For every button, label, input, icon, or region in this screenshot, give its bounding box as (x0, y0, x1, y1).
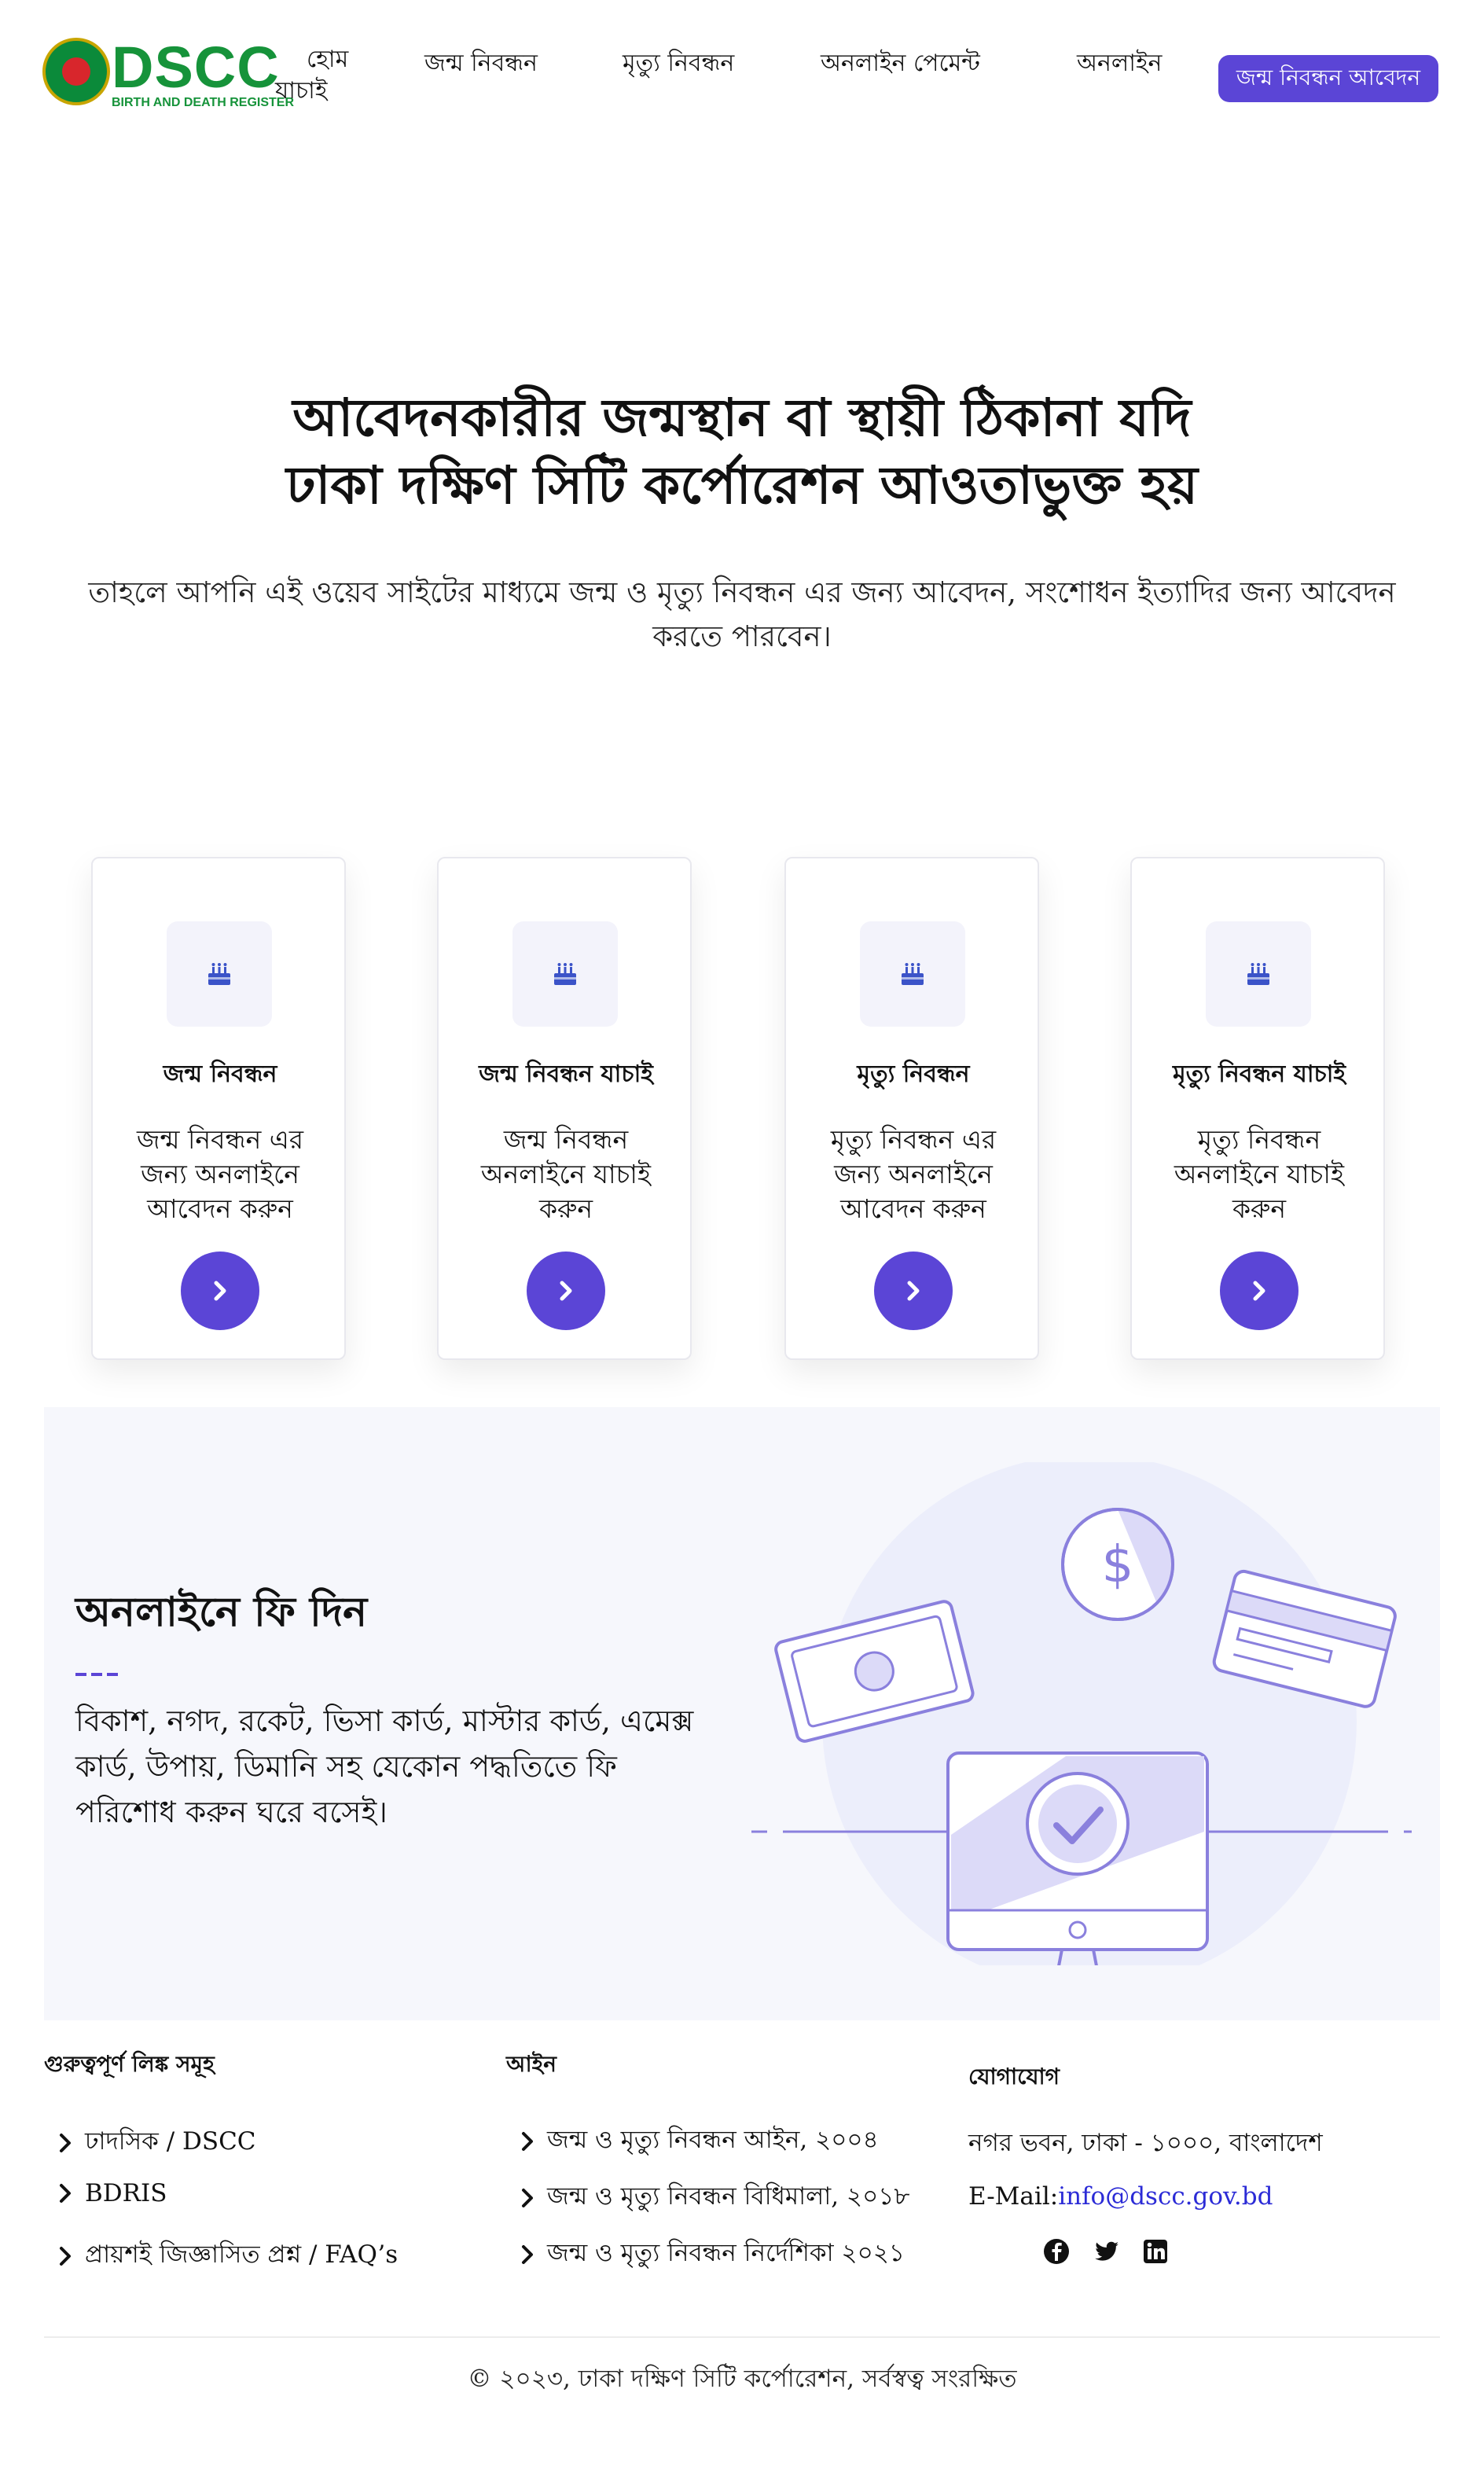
email-link[interactable]: info@dscc.gov.bd (1058, 2182, 1273, 2211)
cake-icon (167, 921, 272, 1027)
nav-verify-label: যাচাই (275, 77, 328, 105)
chevron-right-icon (1253, 1281, 1265, 1301)
card-title: মৃত্যু নিবন্ধন যাচাই (1172, 1060, 1346, 1088)
chevron-right-icon (60, 2247, 71, 2266)
footer-link-dscc[interactable]: ঢাদসিক / DSCC (57, 2123, 256, 2163)
card-description: জন্ম নিবন্ধন অনলাইনে যাচাই করুন (480, 1124, 652, 1224)
service-card-birth-verify[interactable]: জন্ম নিবন্ধন যাচাই জন্ম নিবন্ধন অনলাইনে … (437, 857, 692, 1360)
nav-death-registration[interactable]: মৃত্যু নিবন্ধন (623, 44, 734, 84)
linkedin-icon[interactable] (1141, 2237, 1170, 2266)
title-underline (75, 1673, 121, 1676)
footer-law-act-2004[interactable]: জন্ম ও মৃত্যু নিবন্ধন আইন, ২০০৪ (519, 2121, 879, 2162)
chevron-right-icon (522, 2189, 533, 2207)
birth-registration-apply-button[interactable]: জন্ম নিবন্ধন আবেদন (1218, 55, 1438, 102)
footer-law-guideline-2021[interactable]: জন্ম ও মৃত্যু নিবন্ধন নির্দেশিকা ২০২১ (519, 2234, 905, 2275)
chevron-right-icon (907, 1281, 920, 1301)
card-title: জন্ম নিবন্ধন যাচাই (479, 1060, 653, 1088)
card-description: মৃত্যু নিবন্ধন অনলাইনে যাচাই করুন (1174, 1124, 1345, 1224)
card-description: জন্ম নিবন্ধন এর জন্য অনলাইনে আবেদন করুন (136, 1124, 304, 1224)
chevron-right-icon (60, 2184, 71, 2203)
hero-title-line-2: ঢাকা দক্ষিণ সিটি কর্পোরেশন আওতাভুক্ত হয় (286, 454, 1198, 516)
footer-law-label: জন্ম ও মৃত্যু নিবন্ধন বিধিমালা, ২০১৮ (547, 2182, 910, 2211)
service-card-death-verify[interactable]: মৃত্যু নিবন্ধন যাচাই মৃত্যু নিবন্ধন অনলা… (1130, 857, 1385, 1360)
footer-link-faq[interactable]: প্রায়শই জিজ্ঞাসিত প্রশ্ন / FAQ’s (57, 2236, 398, 2277)
chevron-right-icon (522, 2245, 533, 2264)
twitter-icon[interactable] (1093, 2237, 1121, 2266)
footer-link-label: ঢাদসিক / DSCC (85, 2127, 256, 2156)
card-arrow-button[interactable] (181, 1252, 259, 1330)
nav-birth-registration[interactable]: জন্ম নিবন্ধন (424, 44, 538, 84)
logo-subtitle: BIRTH AND DEATH REGISTER (112, 96, 294, 109)
hero-subtitle: তাহলে আপনি এই ওয়েব সাইটের মাধ্যমে জন্ম … (88, 575, 1396, 653)
footer-links-heading: গুরুত্বপূর্ণ লিঙ্ক সমূহ (44, 2051, 215, 2077)
copyright-text: © ২০২৩, ঢাকা দক্ষিণ সিটি কর্পোরেশন, সর্ব… (467, 2365, 1017, 2393)
payment-illustration: $ (751, 1462, 1412, 1965)
chevron-right-icon (522, 2132, 533, 2151)
cake-icon (1206, 921, 1311, 1027)
cake-icon (512, 921, 618, 1027)
nav-home[interactable]: হোম যাচাই (275, 44, 349, 107)
footer-law-label: জন্ম ও মৃত্যু নিবন্ধন আইন, ২০০৪ (547, 2126, 879, 2154)
dollar-coin-icon: $ (1061, 1508, 1174, 1621)
payment-description: বিকাশ, নগদ, রকেট, ভিসা কার্ড, মাস্টার কা… (75, 1704, 694, 1829)
hero-title: আবেদনকারীর জন্মস্থান বা স্থায়ী ঠিকানা য… (0, 384, 1484, 519)
svg-text:$: $ (1102, 1536, 1134, 1594)
footer-email-row: E-Mail:info@dscc.gov.bd (968, 2182, 1273, 2211)
payment-title: অনলাইনে ফি দিন (75, 1588, 368, 1636)
footer-link-bdris[interactable]: BDRIS (57, 2179, 167, 2207)
footer-address: নগর ভবন, ঢাকা - ১০০০, বাংলাদেশ (968, 2129, 1323, 2157)
card-arrow-button[interactable] (527, 1252, 605, 1330)
chevron-right-icon (214, 1281, 226, 1301)
footer-law-rules-2018[interactable]: জন্ম ও মৃত্যু নিবন্ধন বিধিমালা, ২০১৮ (519, 2178, 909, 2218)
service-card-birth[interactable]: জন্ম নিবন্ধন জন্ম নিবন্ধন এর জন্য অনলাইন… (91, 857, 346, 1360)
card-title: জন্ম নিবন্ধন (163, 1060, 277, 1088)
footer-link-label: BDRIS (85, 2179, 167, 2207)
footer-contact-heading: যোগাযোগ (968, 2064, 1060, 2090)
email-label: E-Mail: (968, 2182, 1059, 2211)
footer-link-label: প্রায়শই জিজ্ঞাসিত প্রশ্ন / FAQ’s (85, 2240, 399, 2269)
hero-title-line-1: আবেদনকারীর জন্মস্থান বা স্থায়ী ঠিকানা য… (292, 387, 1192, 448)
card-arrow-button[interactable] (874, 1252, 953, 1330)
chevron-right-icon (560, 1281, 572, 1301)
footer-law-label: জন্ম ও মৃত্যু নিবন্ধন নির্দেশিকা ২০২১ (547, 2239, 905, 2267)
online-payment-section: অনলাইনে ফি দিন বিকাশ, নগদ, রকেট, ভিসা কা… (44, 1407, 1440, 2020)
service-card-death[interactable]: মৃত্যু নিবন্ধন মৃত্যু নিবন্ধন এর জন্য অন… (784, 857, 1039, 1360)
footer-law-heading: আইন (506, 2051, 556, 2077)
card-title: মৃত্যু নিবন্ধন (857, 1060, 970, 1088)
cake-icon (860, 921, 965, 1027)
nav-online[interactable]: অনলাইন (1077, 44, 1162, 84)
dscc-logo[interactable]: DSCC BIRTH AND DEATH REGISTER (42, 35, 294, 115)
footer-divider (44, 2336, 1440, 2338)
card-arrow-button[interactable] (1220, 1252, 1298, 1330)
monitor-icon (946, 1751, 1209, 1965)
nav-online-payment[interactable]: অনলাইন পেমেন্ট (821, 44, 980, 84)
site-header: DSCC BIRTH AND DEATH REGISTER হোম যাচাই … (0, 0, 1484, 149)
facebook-icon[interactable] (1042, 2237, 1071, 2266)
logo-text: DSCC (112, 35, 280, 100)
nav-home-label: হোম (307, 46, 349, 73)
chevron-right-icon (60, 2134, 71, 2152)
card-description: মৃত্যু নিবন্ধন এর জন্য অনলাইনে আবেদন করু… (830, 1124, 997, 1224)
dscc-seal-icon (42, 38, 110, 105)
